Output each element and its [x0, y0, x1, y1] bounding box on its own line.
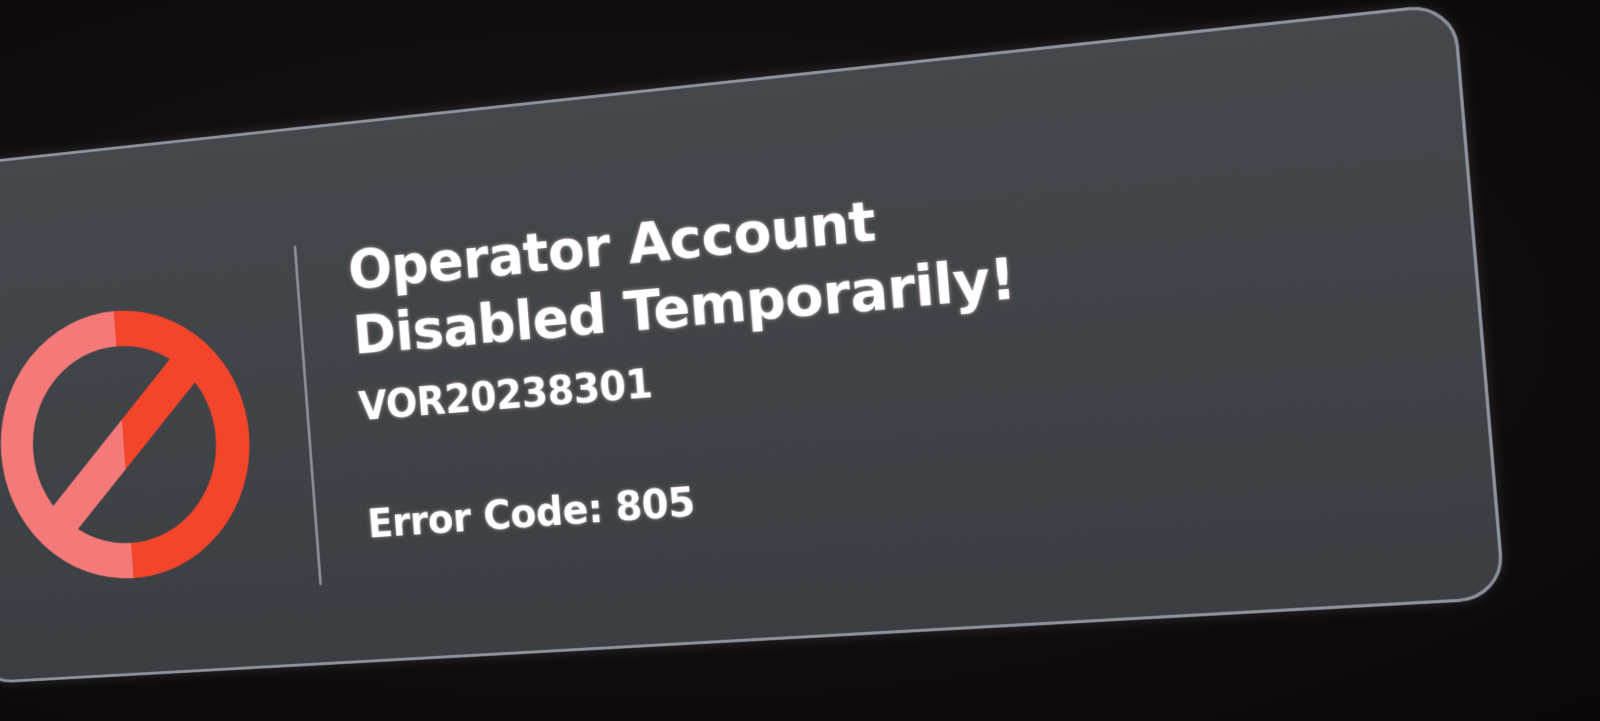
prohibited-icon — [0, 293, 265, 592]
error-dialog-card: Operator Account Disabled Temporarily! V… — [0, 2, 1506, 685]
screen-background: Operator Account Disabled Temporarily! V… — [0, 0, 1600, 721]
error-code: Error Code: 805 — [366, 479, 697, 548]
message-block: Operator Account Disabled Temporarily! V… — [346, 149, 1307, 549]
vertical-divider — [293, 245, 323, 586]
